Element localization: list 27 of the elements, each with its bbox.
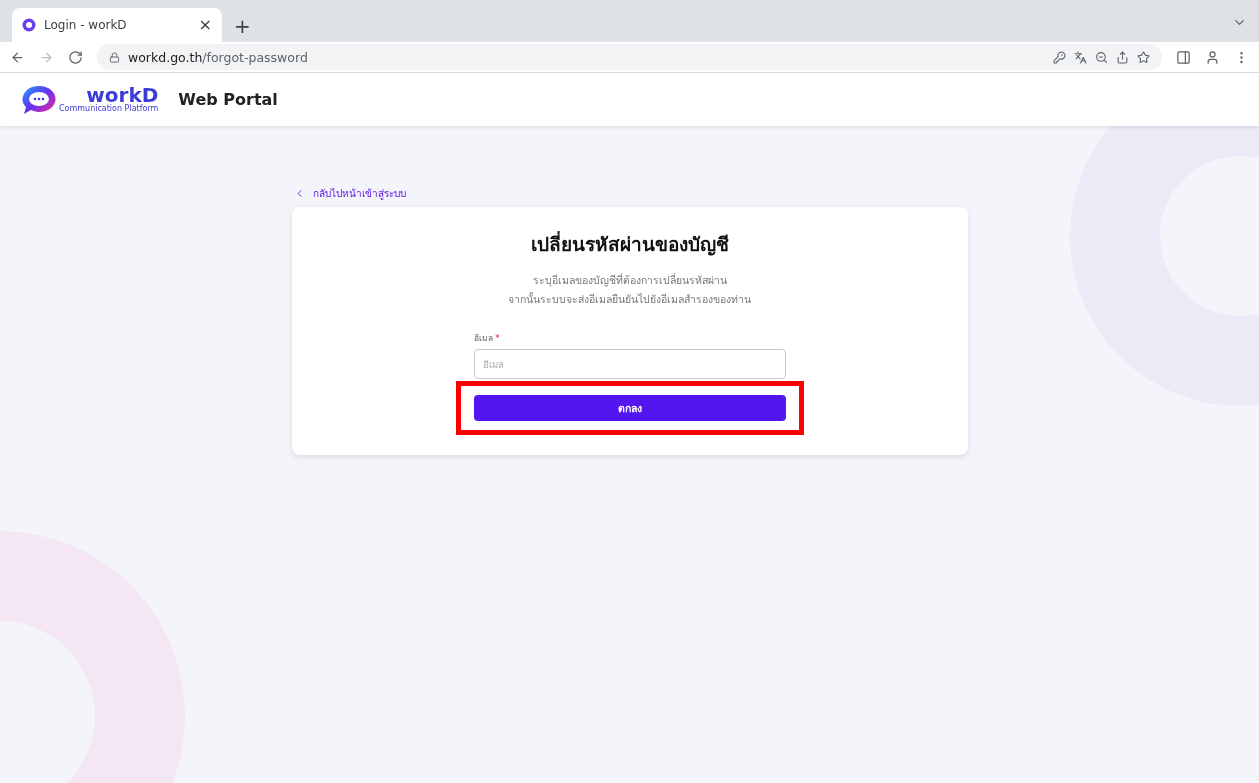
translate-icon[interactable]: [1074, 50, 1087, 64]
zoom-out-icon[interactable]: [1095, 50, 1108, 64]
share-icon[interactable]: [1116, 50, 1129, 64]
browser-tab[interactable]: Login - workD ×: [12, 8, 222, 42]
close-button[interactable]: ×: [198, 17, 212, 33]
address-bar[interactable]: workd.go.th/forgot-password: [97, 44, 1162, 70]
url-text: workd.go.th/forgot-password: [128, 49, 308, 65]
new-tab-button[interactable]: +: [234, 16, 251, 36]
lock-icon: [109, 51, 120, 63]
key-icon[interactable]: [1053, 50, 1066, 64]
card-title: เปลี่ยนรหัสผ่านของบัญชี: [530, 230, 729, 258]
description-text: ระบุอีเมลของบัญชีที่ต้องการเปลี่ยนรหัสผ่าน: [532, 272, 727, 289]
logo-icon: [22, 18, 36, 32]
email-field[interactable]: อีเมล: [473, 349, 786, 379]
field-label: อีเมล *: [473, 332, 501, 345]
logo-icon: [22, 84, 56, 115]
profile-icon[interactable]: [1205, 49, 1220, 65]
logo-tagline: Communication Platform: [59, 105, 159, 114]
star-icon[interactable]: [1137, 50, 1150, 64]
submit-button[interactable]: ตกลง: [473, 395, 786, 421]
header-title: Web Portal: [178, 90, 278, 109]
reload-icon[interactable]: [68, 49, 83, 65]
back-icon[interactable]: [10, 49, 25, 65]
tab-title: Login - workD: [44, 18, 128, 32]
side-panel-icon[interactable]: [1176, 49, 1191, 65]
back-link[interactable]: กลับไปหน้าเข้าสู่ระบบ: [291, 186, 968, 201]
description-text: จากนั้นระบบจะส่งอีเมลยืนยันไปยังอีเมลสำรองของท่าน: [508, 291, 751, 307]
